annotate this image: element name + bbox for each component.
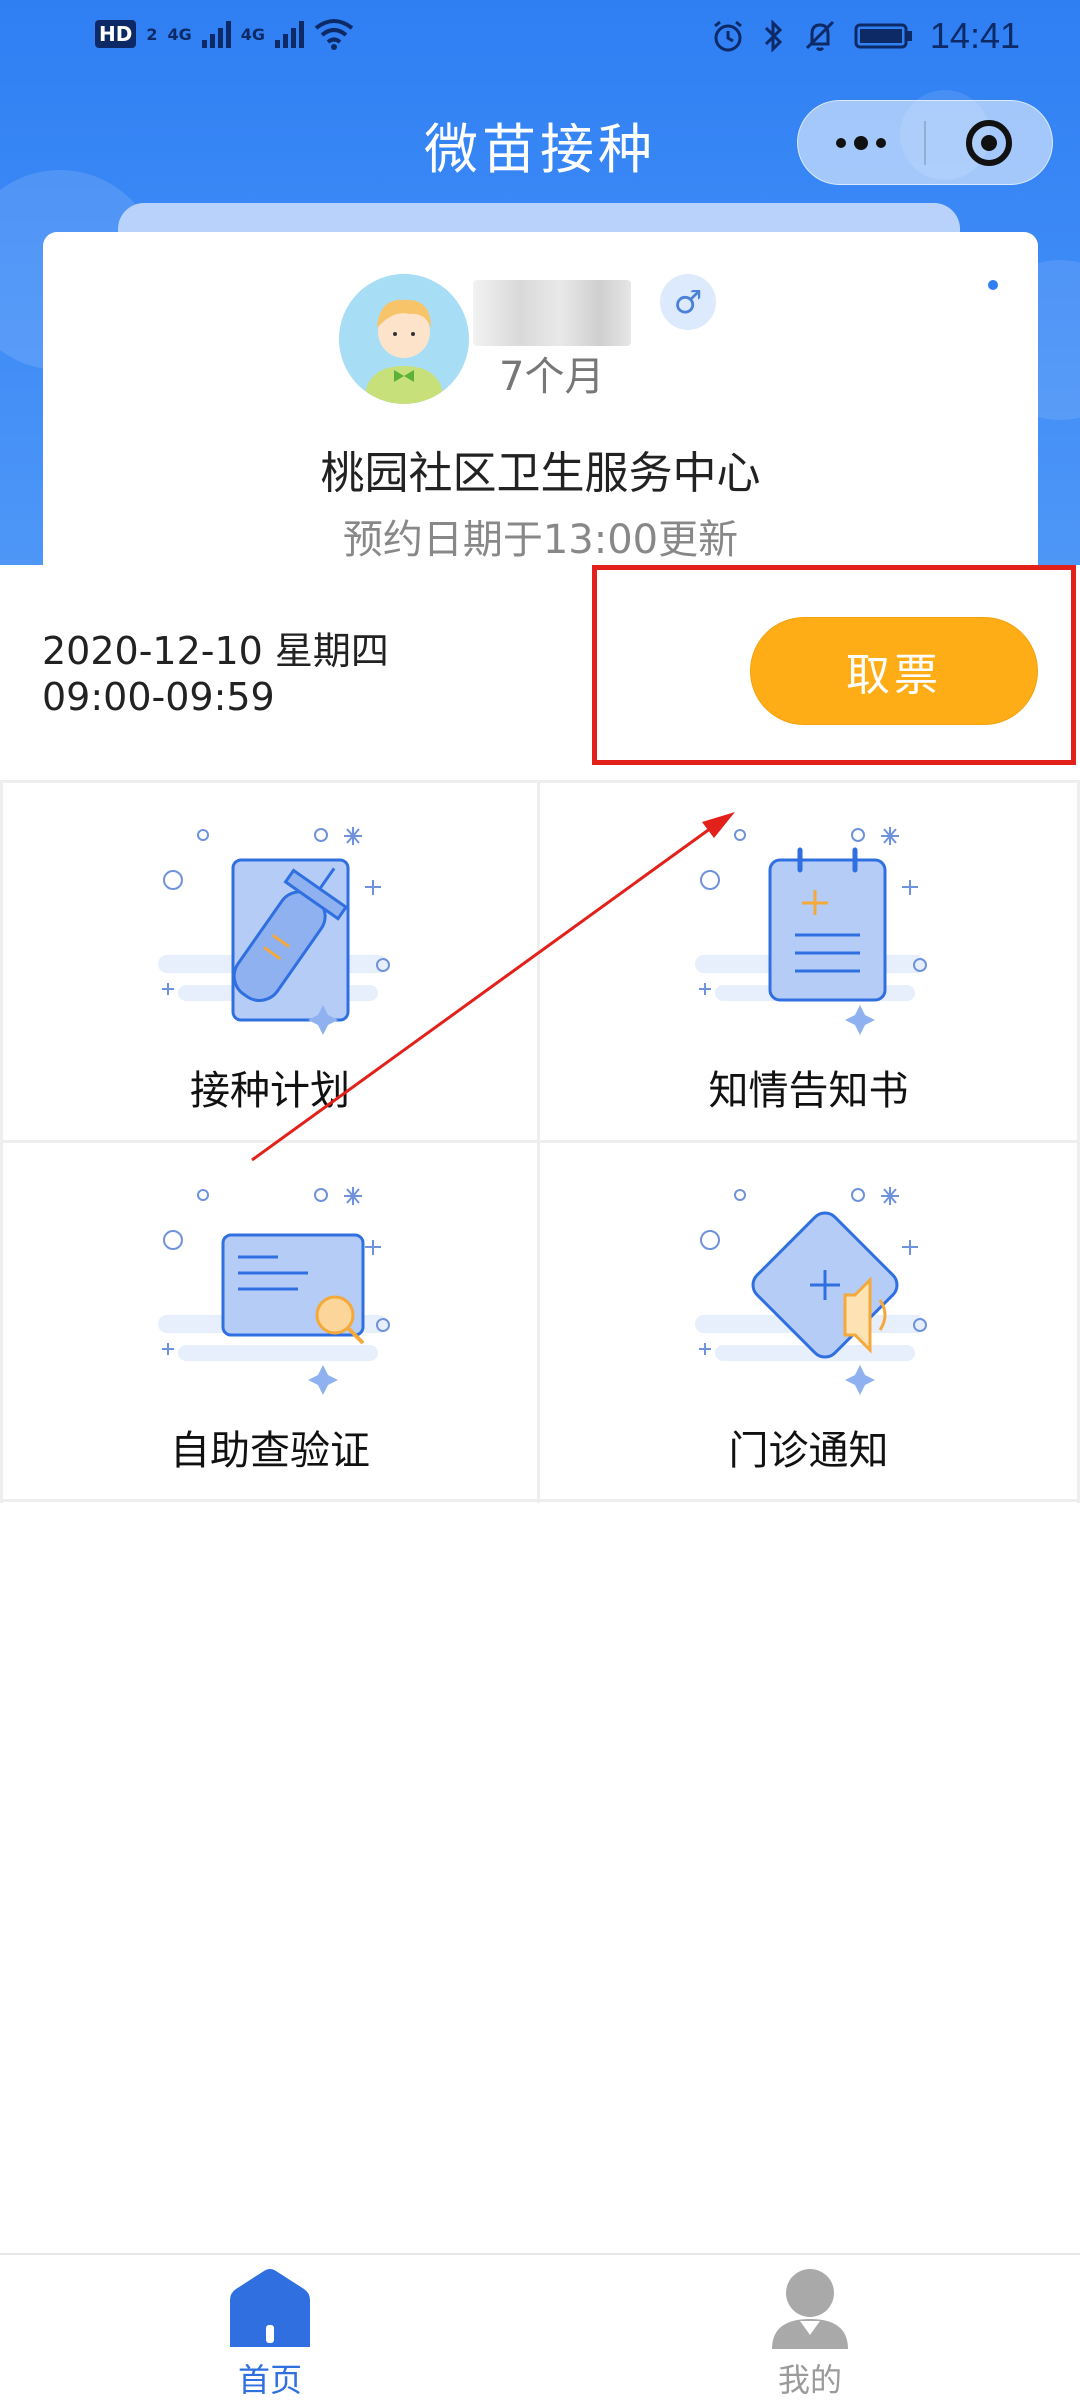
status-right: 14:41: [710, 15, 1020, 57]
status-time: 14:41: [929, 15, 1020, 56]
wifi-icon: [314, 19, 354, 50]
notice-speaker-icon: [695, 1187, 927, 1395]
appointment-date: 2020-12-10 星期四: [42, 629, 389, 673]
more-dots-icon: [854, 135, 868, 150]
document-icon: [695, 827, 927, 1035]
indicator-dot: [988, 280, 998, 290]
network-type-1: 4G: [167, 24, 192, 44]
signal-bars-icon: [275, 20, 305, 48]
bluetooth-icon: [764, 19, 783, 53]
menu-label: 接种计划: [190, 1068, 350, 1114]
baby-avatar-icon: [339, 274, 469, 404]
mute-bell-icon: [805, 20, 834, 51]
alarm-icon: [713, 20, 742, 52]
battery-icon: [854, 23, 912, 49]
miniprogram-capsule: [797, 100, 1053, 185]
more-button[interactable]: [798, 101, 924, 184]
syringe-icon: [158, 827, 390, 1035]
child-age: 7个月: [499, 354, 605, 400]
menu-label: 知情告知书: [708, 1068, 909, 1114]
network-type-2: 4G: [240, 24, 266, 44]
menu-label: 自助查验证: [170, 1428, 370, 1474]
tab-mine[interactable]: 我的: [710, 2265, 910, 2399]
menu-clinic-notice[interactable]: 门诊通知: [540, 1143, 1080, 1503]
hd-label: HD: [99, 22, 133, 46]
avatar[interactable]: [339, 274, 469, 404]
user-icon: [772, 2269, 848, 2349]
gender-male-icon: ♂: [660, 274, 716, 330]
home-icon: [230, 2269, 310, 2347]
tab-home-label: 首页: [237, 2361, 302, 2399]
hd-badge: HD: [95, 20, 137, 48]
menu-vaccination-plan[interactable]: 接种计划: [0, 783, 540, 1143]
target-icon: [965, 119, 1012, 166]
status-bar: HD 2 4G 4G 14:41: [0, 0, 1080, 80]
update-note: 预约日期于13:00更新: [342, 517, 739, 563]
clinic-name: 桃园社区卫生服务中心: [320, 448, 761, 499]
tab-mine-label: 我的: [777, 2361, 842, 2399]
feature-grid: 接种计划 知情告知书 自助查验证 门诊通知: [0, 780, 1080, 1503]
more-dots-icon: [876, 137, 886, 148]
menu-self-check-certificate[interactable]: 自助查验证: [0, 1143, 540, 1503]
tab-home[interactable]: 首页: [170, 2265, 370, 2399]
bottom-tab-bar: 首页 我的: [0, 2253, 1080, 2400]
child-profile-card: ♂ 7个月 桃园社区卫生服务中心 预约日期于13:00更新: [43, 232, 1038, 565]
menu-label: 门诊通知: [728, 1428, 889, 1474]
appointment-time: 09:00-09:59: [42, 675, 275, 719]
more-dots-icon: [836, 137, 846, 148]
appointment-row: 2020-12-10 星期四 09:00-09:59 取票: [0, 565, 1080, 780]
status-left: HD 2 4G 4G: [95, 18, 354, 50]
certificate-search-icon: [158, 1187, 390, 1395]
take-ticket-button[interactable]: 取票: [750, 617, 1038, 725]
menu-informed-consent[interactable]: 知情告知书: [540, 783, 1080, 1143]
child-name-redacted: [473, 280, 631, 346]
signal-bars-icon: [201, 20, 231, 48]
hd-sub: 2: [146, 24, 158, 44]
close-miniprogram-button[interactable]: [926, 101, 1052, 184]
